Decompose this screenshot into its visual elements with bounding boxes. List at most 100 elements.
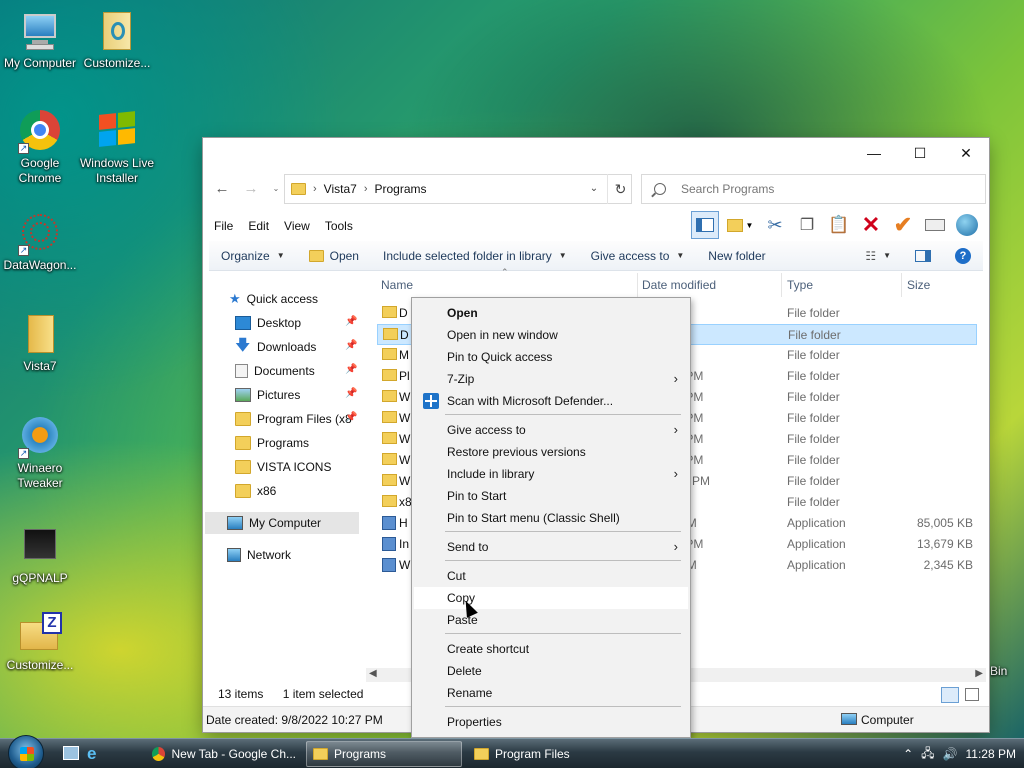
preview-pane-button[interactable] — [903, 249, 943, 262]
desktop-icon-gqpnalp[interactable]: gQPNALP — [0, 525, 80, 586]
menu-edit[interactable]: Edit — [248, 219, 269, 233]
delete-icon[interactable]: ✕ — [857, 211, 885, 239]
help-button[interactable]: ? — [943, 247, 983, 264]
menu-tools[interactable]: Tools — [325, 219, 353, 233]
organize-button[interactable]: Organize ▼ — [209, 249, 297, 263]
paste-icon[interactable]: 📋 — [825, 211, 853, 239]
maximize-button[interactable]: ☐ — [897, 138, 943, 168]
network-icon[interactable]: 🖧 — [921, 744, 934, 765]
title-bar[interactable]: — ☐ ✕ — [203, 138, 989, 168]
breadcrumb-vista7[interactable]: Vista7 — [324, 182, 357, 196]
context-menu-item-properties[interactable]: Properties — [414, 711, 688, 733]
nav-documents[interactable]: Documents — [235, 360, 315, 382]
open-button[interactable]: Open — [297, 249, 371, 263]
desktop-icon-google-chrome[interactable]: ↗ Google Chrome — [0, 110, 80, 186]
minimize-button[interactable]: — — [851, 138, 897, 168]
context-menu-item-send-to[interactable]: Send to › — [414, 536, 688, 558]
nav-program-files-x86[interactable]: Program Files (x8 — [235, 408, 352, 430]
menu-item-label: Paste — [447, 613, 478, 627]
close-button[interactable]: ✕ — [943, 138, 989, 168]
column-header-size[interactable]: Size — [907, 273, 930, 297]
column-header-date-modified[interactable]: Date modified — [642, 273, 716, 297]
nav-my-computer[interactable]: My Computer — [205, 512, 359, 534]
desktop-icon-my-computer[interactable]: My Computer — [0, 10, 80, 71]
scroll-right-icon[interactable]: ▶ — [975, 668, 983, 679]
desktop-icon-customize-2[interactable]: Z Customize... — [0, 612, 80, 673]
context-menu-item-7-zip[interactable]: 7-Zip › — [414, 368, 688, 390]
nav-desktop[interactable]: Desktop — [235, 312, 301, 334]
forward-button[interactable]: → — [240, 178, 262, 200]
chevron-up-icon[interactable]: ⌃ — [903, 747, 913, 761]
new-folder-button[interactable]: New folder — [696, 249, 777, 263]
change-view-button[interactable]: ☷ ▼ — [853, 249, 903, 263]
rename-icon[interactable] — [921, 211, 949, 239]
nav-vista-icons[interactable]: VISTA ICONS — [235, 456, 331, 478]
copy-icon[interactable]: ❐ — [793, 211, 821, 239]
context-menu-item-restore-previous-versions[interactable]: Restore previous versions — [414, 441, 688, 463]
back-button[interactable]: ← — [211, 178, 233, 200]
context-menu-item-open-in-new-window[interactable]: Open in new window — [414, 324, 688, 346]
desktop-icon-vista7[interactable]: Vista7 — [0, 313, 80, 374]
nav-label: x86 — [257, 484, 277, 498]
column-separator[interactable] — [901, 273, 902, 297]
include-in-library-button[interactable]: Include selected folder in library ▼ — [371, 249, 579, 263]
taskbar-button-programs[interactable]: Programs — [306, 741, 462, 767]
nav-programs[interactable]: Programs — [235, 432, 309, 454]
nav-x86[interactable]: x86 — [235, 480, 276, 502]
context-menu-item-copy[interactable]: Copy — [414, 587, 688, 609]
context-menu-item-include-in-library[interactable]: Include in library › — [414, 463, 688, 485]
context-menu-item-pin-to-start-menu-classic-shell[interactable]: Pin to Start menu (Classic Shell) — [414, 507, 688, 529]
column-header-type[interactable]: Type — [787, 273, 813, 297]
column-header-name[interactable]: Name — [381, 273, 413, 297]
search-input[interactable]: Search Programs — [681, 182, 774, 196]
nav-pictures[interactable]: Pictures — [235, 384, 300, 406]
nav-downloads[interactable]: 🡇 Downloads — [235, 336, 316, 358]
menu-file[interactable]: File — [214, 219, 233, 233]
clock[interactable]: 11:28 PM — [966, 747, 1016, 761]
give-access-button[interactable]: Give access to ▼ — [579, 249, 697, 263]
context-menu-item-cut[interactable]: Cut — [414, 565, 688, 587]
context-menu-item-rename[interactable]: Rename — [414, 682, 688, 704]
nav-quick-access[interactable]: ★ Quick access — [229, 288, 318, 310]
taskbar-button-chrome[interactable]: New Tab - Google Ch... — [146, 741, 296, 767]
scroll-left-icon[interactable]: ◀ — [369, 668, 377, 679]
file-name: D — [400, 328, 409, 342]
refresh-button[interactable]: ↻ — [607, 174, 633, 204]
preview-pane-toggle-icon[interactable] — [691, 211, 719, 239]
desktop-icon-datawagon[interactable]: ↗ DataWagon... — [0, 212, 80, 273]
view-toggle-details-icon[interactable] — [941, 687, 959, 703]
context-menu-item-open[interactable]: Open — [414, 302, 688, 324]
context-menu-item-scan-with-microsoft-defender[interactable]: Scan with Microsoft Defender... — [414, 390, 688, 412]
context-menu-item-give-access-to[interactable]: Give access to › — [414, 419, 688, 441]
desktop-icon-label: Windows Live Installer — [79, 156, 155, 185]
volume-icon[interactable]: 🔊 — [943, 747, 958, 761]
desktop-icon-customize-1[interactable]: Customize... — [77, 10, 157, 71]
context-menu-item-paste[interactable]: Paste — [414, 609, 688, 631]
column-separator[interactable] — [781, 273, 782, 297]
address-dropdown-icon[interactable]: ⌄ — [583, 174, 605, 204]
menu-view[interactable]: View — [284, 219, 310, 233]
column-separator[interactable] — [637, 273, 638, 297]
breadcrumb-programs[interactable]: Programs — [374, 182, 426, 196]
file-name: Pl — [399, 369, 410, 383]
context-menu-item-delete[interactable]: Delete — [414, 660, 688, 682]
search-box[interactable]: Search Programs — [641, 174, 986, 204]
desktop-icon-winaero-tweaker[interactable]: ↗ Winaero Tweaker — [0, 415, 80, 491]
globe-icon[interactable] — [953, 211, 981, 239]
select-icon[interactable]: ✔ — [889, 211, 917, 239]
folder-options-icon[interactable]: ▼ — [723, 211, 757, 239]
taskbar-button-program-files[interactable]: Program Files — [468, 741, 624, 767]
show-desktop-quicklaunch-icon[interactable] — [63, 746, 79, 760]
cut-icon[interactable]: ✂ — [761, 211, 789, 239]
nav-network[interactable]: Network — [227, 544, 291, 566]
pin-icon: 📌 — [345, 316, 358, 327]
context-menu-item-pin-to-quick-access[interactable]: Pin to Quick access — [414, 346, 688, 368]
ie-quicklaunch-icon[interactable]: e — [87, 744, 96, 764]
view-toggle-tiles-icon[interactable] — [965, 688, 979, 701]
context-menu-item-create-shortcut[interactable]: Create shortcut — [414, 638, 688, 660]
context-menu-item-pin-to-start[interactable]: Pin to Start — [414, 485, 688, 507]
address-bar[interactable]: › Vista7 › Programs — [284, 174, 632, 204]
start-button[interactable] — [8, 735, 44, 768]
desktop-icon-recycle-bin[interactable]: Bin — [989, 664, 1024, 679]
desktop-icon-windows-live-installer[interactable]: Windows Live Installer — [77, 110, 157, 186]
